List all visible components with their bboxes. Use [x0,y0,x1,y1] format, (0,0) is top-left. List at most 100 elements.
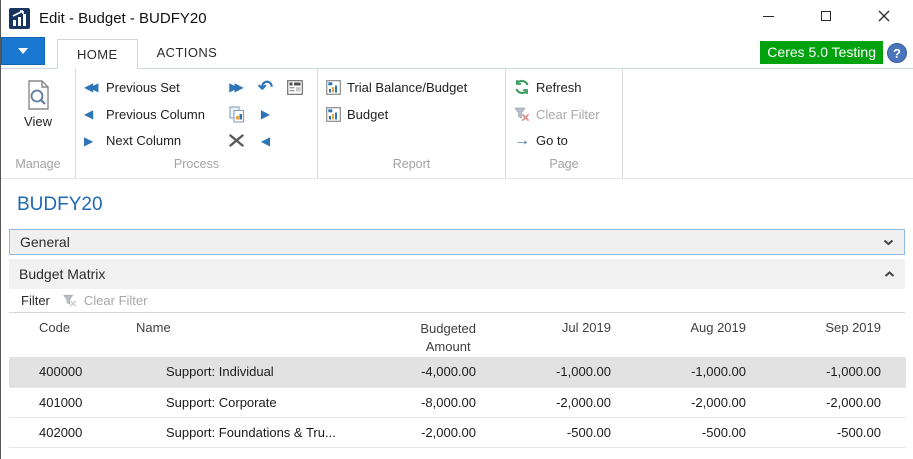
tab-home[interactable]: HOME [57,39,138,69]
cell-name[interactable]: Support: Foundations & Tru... [136,417,396,447]
budget-report-label: Budget [347,107,388,122]
group-label-report: Report [320,154,503,178]
next-column-small-button[interactable]: ▶ [251,108,280,120]
copy-budget-button[interactable] [222,106,251,123]
next-set-button[interactable]: ▶▶ [222,81,251,93]
ribbon-spacer [623,69,913,178]
app-icon [9,8,30,29]
title-bar: Edit - Budget - BUDFY20 [1,0,913,36]
page-content: BUDFY20 General Budget Matrix Filter Cle… [1,194,913,455]
refresh-icon [514,79,530,95]
tab-actions[interactable]: ACTIONS [138,38,237,68]
chevron-down-icon[interactable] [883,239,894,246]
copy-icon [229,106,245,123]
refresh-label: Refresh [536,80,582,95]
window-title: Edit - Budget - BUDFY20 [39,10,207,27]
previous-column-label[interactable]: Previous Column [106,107,222,122]
cell-budgeted[interactable]: -8,000.00 [396,387,481,417]
trial-balance-budget-label: Trial Balance/Budget [347,80,467,95]
cell-jul[interactable]: -1,000.00 [481,357,616,387]
column-header-name[interactable]: Name [136,313,396,357]
filter-bar: Filter Clear Filter [9,289,905,313]
cell-jul[interactable]: -500.00 [481,417,616,447]
close-button[interactable] [855,0,913,32]
help-icon: ? [893,46,901,61]
view-button[interactable]: View [3,74,73,129]
cell-code[interactable]: 401000 [9,387,136,417]
undo-button[interactable]: ↶ [251,78,280,96]
cell-aug[interactable]: -500.00 [616,417,751,447]
cell-aug[interactable]: -1,000.00 [616,357,751,387]
fasttab-budget-matrix[interactable]: Budget Matrix [9,259,905,289]
maximize-button[interactable] [797,0,855,32]
delete-button[interactable] [222,134,251,147]
filter-label[interactable]: Filter [21,293,50,308]
column-header-code[interactable]: Code [9,313,136,357]
previous-set-label[interactable]: Previous Set [106,80,222,95]
clear-filter-link[interactable]: Clear Filter [84,293,148,308]
cell-jul[interactable]: -2,000.00 [481,387,616,417]
minimize-icon [763,16,774,17]
group-label-process: Process [78,154,315,178]
cell-budgeted[interactable]: -2,000.00 [396,417,481,447]
cell-budgeted[interactable]: -4,000.00 [396,357,481,387]
ribbon-group-page: Refresh Clear Filter → Go to Page [506,69,623,178]
undo-icon: ↶ [258,78,273,96]
caret-down-icon [18,48,28,54]
goto-button[interactable]: → Go to [508,127,620,154]
report-icon [326,107,341,122]
ribbon: View Manage ◀◀ Previous Set ▶▶ ↶ ◀ [1,69,913,179]
fasttab-general-label: General [20,234,70,250]
company-badge: Ceres 5.0 Testing [760,41,883,64]
next-column-label[interactable]: Next Column [106,133,222,148]
cell-aug[interactable]: -2,000.00 [616,387,751,417]
group-label-page: Page [508,154,620,178]
refresh-button[interactable]: Refresh [508,74,620,101]
goto-label: Go to [536,133,568,148]
trial-balance-budget-button[interactable]: Trial Balance/Budget [320,74,503,101]
double-right-arrow-icon: ▶▶ [229,81,239,93]
cell-sep[interactable]: -2,000.00 [751,387,886,417]
table-row[interactable]: 402000 Support: Foundations & Tru... -2,… [9,417,906,447]
clear-filter-button[interactable]: Clear Filter [508,101,620,128]
layout-grid-icon [287,80,303,95]
cell-name[interactable]: Support: Individual [136,357,396,387]
clear-filter-label: Clear Filter [536,107,600,122]
column-header-aug-2019[interactable]: Aug 2019 [616,313,751,357]
table-row[interactable]: 401000 Support: Corporate -8,000.00 -2,0… [9,387,906,417]
help-button[interactable]: ? [887,43,907,63]
view-icon [23,79,53,111]
ribbon-group-report: Trial Balance/Budget Budget Report [318,69,506,178]
previous-set-button[interactable]: ◀◀ [84,81,106,93]
table-end-divider [9,447,906,455]
column-header-jul-2019[interactable]: Jul 2019 [481,313,616,357]
column-header-sep-2019[interactable]: Sep 2019 [751,313,886,357]
maximize-icon [821,11,831,21]
budget-report-button[interactable]: Budget [320,101,503,128]
close-icon [878,10,890,22]
goto-arrow-icon: → [514,133,530,149]
budget-matrix-table: Code Name Budgeted Amount Jul 2019 Aug 2… [9,313,906,455]
ribbon-group-process: ◀◀ Previous Set ▶▶ ↶ ◀ Previous Column [76,69,318,178]
next-column-button[interactable]: ▶ [84,135,106,147]
clear-filter-icon [63,294,77,307]
reverse-lines-columns-button[interactable] [280,80,309,95]
cell-name[interactable]: Support: Corporate [136,387,396,417]
cell-code[interactable]: 400000 [9,357,136,387]
page-title: BUDFY20 [17,194,905,216]
table-row[interactable]: 400000 Support: Individual -4,000.00 -1,… [9,357,906,387]
cell-sep[interactable]: -500.00 [751,417,886,447]
group-label-manage: Manage [3,154,73,178]
cell-sep[interactable]: -1,000.00 [751,357,886,387]
report-icon [326,80,341,95]
chevron-up-icon[interactable] [884,271,895,278]
view-button-label: View [24,114,52,129]
minimize-button[interactable] [739,0,797,32]
column-header-budgeted-amount[interactable]: Budgeted Amount [396,313,481,357]
ribbon-tab-row: HOME ACTIONS Ceres 5.0 Testing ? [1,36,913,69]
application-menu-button[interactable] [1,37,45,65]
fasttab-general[interactable]: General [9,229,905,255]
previous-column-small-button[interactable]: ◀ [251,135,280,147]
cell-code[interactable]: 402000 [9,417,136,447]
previous-column-button[interactable]: ◀ [84,108,106,120]
